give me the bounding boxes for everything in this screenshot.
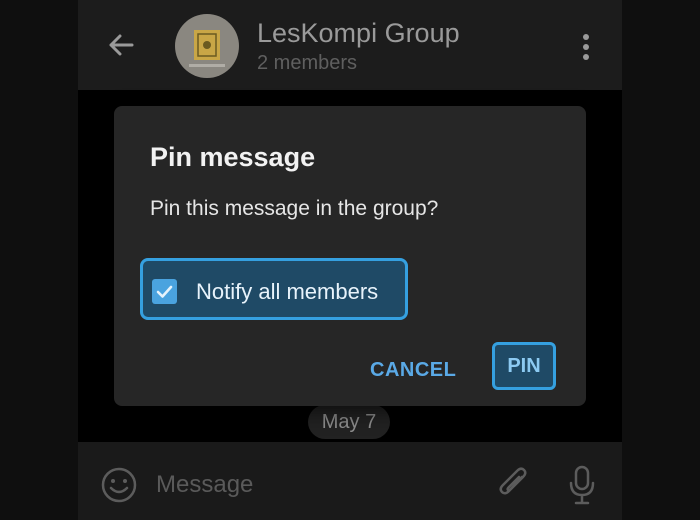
date-chip: May 7 (308, 405, 390, 439)
more-vertical-icon[interactable] (575, 30, 597, 64)
microphone-icon[interactable] (566, 464, 598, 506)
chat-screen: LesKompi Group 2 members May 7 Pin messa… (0, 0, 700, 520)
pin-button[interactable]: PIN (492, 342, 556, 390)
dialog-title: Pin message (150, 142, 316, 172)
back-arrow-icon[interactable] (106, 30, 136, 60)
paperclip-icon[interactable] (495, 464, 531, 504)
emoji-icon[interactable] (100, 466, 138, 504)
dialog-message: Pin this message in the group? (150, 197, 439, 220)
checkmark-icon (156, 285, 173, 298)
group-avatar[interactable] (175, 14, 239, 78)
notify-label: Notify all members (196, 279, 379, 304)
avatar-logo-icon (189, 30, 225, 67)
member-count: 2 members (257, 52, 358, 74)
group-title[interactable]: LesKompi Group (257, 18, 460, 49)
cancel-button[interactable]: CANCEL (364, 354, 456, 384)
notify-checkbox[interactable] (152, 279, 177, 304)
message-input[interactable] (156, 466, 456, 504)
